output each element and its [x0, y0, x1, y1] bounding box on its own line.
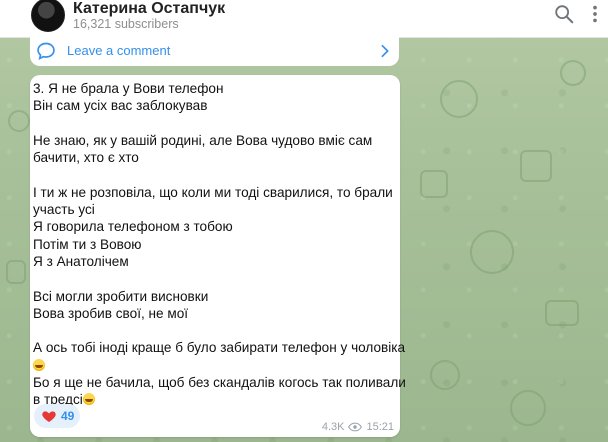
channel-avatar[interactable]: [31, 0, 65, 32]
chevron-right-icon: [381, 44, 389, 58]
message-meta: 4.3K 15:21: [322, 421, 394, 433]
message-line: 3. Я не брала у Вови телефон: [33, 81, 224, 96]
leave-comment-button[interactable]: Leave a comment: [30, 37, 399, 66]
message-line: Бо я ще не бачила, щоб без скандалів ког…: [33, 375, 406, 391]
message-line: Він сам усіх вас заблокував: [33, 98, 208, 114]
view-count: 4.3K: [321, 421, 345, 433]
message-emoji-line: [33, 357, 393, 374]
message-line: І ти ж не розповіла, що коли ми тоді сва…: [33, 184, 393, 200]
message-line: Вова зробив свої, не мої: [33, 305, 189, 321]
speech-bubble-icon: [37, 42, 55, 61]
wallpaper-doodle: [560, 60, 586, 86]
message-line: бачити, хто є хто: [33, 150, 139, 166]
message-line: Я з Анатолічем: [33, 253, 129, 269]
wallpaper-doodle: [470, 230, 514, 274]
search-icon[interactable]: [553, 3, 575, 25]
message-bubble[interactable]: 3. Я не брала у Вови телефон Він сам усі…: [30, 75, 406, 437]
message-line: Потім ти з Вовою: [33, 236, 142, 252]
subscriber-count: 16,321 subscribers: [73, 17, 179, 31]
wallpaper-doodle: [545, 300, 579, 326]
wallpaper-doodle: [520, 150, 552, 182]
message-text: 3. Я не брала у Вови телефон Він сам усі…: [33, 80, 406, 409]
message-line: Я говорила телефоном з тобою: [33, 219, 233, 235]
laughing-emoji-icon: [33, 358, 45, 371]
wallpaper-doodle: [440, 80, 478, 118]
heart-icon: [42, 411, 56, 422]
leave-comment-label: Leave a comment: [67, 43, 171, 58]
more-vertical-icon[interactable]: [584, 3, 606, 25]
message-line: А ось тобі іноді краще б було забирати т…: [33, 340, 406, 356]
wallpaper-doodle: [8, 110, 30, 132]
heart-reaction-button[interactable]: 49: [34, 404, 80, 428]
message-line: Всі могли зробити висновки: [33, 288, 209, 304]
message-line: участь усі: [33, 202, 95, 218]
wallpaper-doodle: [510, 390, 546, 426]
chat-header: Катерина Остапчук 16,321 subscribers: [0, 0, 608, 38]
reaction-count: 49: [61, 409, 75, 423]
message-last-line: в тредсі: [33, 391, 393, 408]
laughing-emoji-icon: [82, 393, 95, 406]
message-line: Не знаю, як у вашій родині, але Вова чуд…: [33, 132, 373, 148]
wallpaper-doodle: [6, 260, 26, 284]
channel-name[interactable]: Катерина Остапчук: [73, 0, 225, 18]
message-time: 15:21: [366, 421, 394, 433]
eye-icon: [348, 422, 363, 432]
wallpaper-doodle: [430, 360, 460, 390]
wallpaper-doodle: [420, 170, 448, 198]
